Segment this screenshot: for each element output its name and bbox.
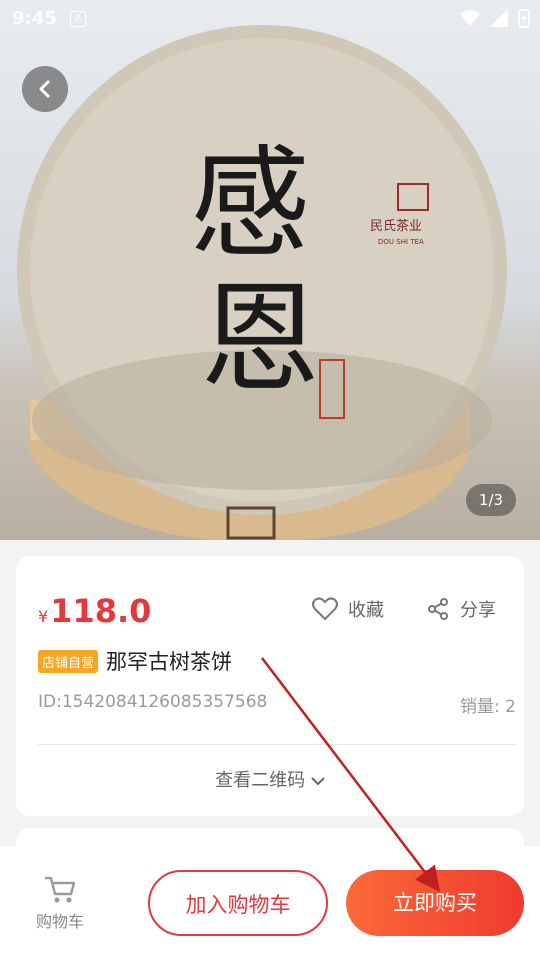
sales-count: 销量: 2 (460, 697, 516, 717)
favorite-label: 收藏 (348, 600, 384, 621)
image-counter: 1/3 (466, 484, 516, 516)
currency-symbol: ¥ (38, 607, 49, 626)
heart-icon (312, 597, 338, 621)
share-button[interactable]: 分享 (426, 596, 496, 622)
favorite-button[interactable]: 收藏 (312, 596, 384, 622)
cake-char-gan: 感 (190, 135, 310, 274)
signal-icon (490, 9, 508, 27)
cart-icon (45, 876, 76, 903)
self-operated-badge: 店铺自营 (38, 649, 99, 673)
chevron-down-icon (311, 777, 325, 786)
buy-now-button[interactable]: 立即购买 (346, 870, 524, 936)
qrcode-label: 查看二维码 (215, 770, 306, 791)
cart-button[interactable]: 购物车 (30, 874, 90, 932)
product-image-carousel[interactable]: 感恩 感 恩 民氏茶业 DOU SHI TEA 9:45 A 1/3 (0, 0, 540, 540)
battery-icon (518, 9, 530, 28)
product-name: 那罕古树茶饼 (106, 650, 233, 674)
share-icon (428, 598, 448, 620)
notification-badge: A (70, 11, 86, 27)
price-value: 118.0 (50, 592, 152, 630)
cake-char-en: 恩 (200, 270, 320, 409)
product-id: ID:1542084126085357568 (38, 692, 268, 712)
view-qrcode-button[interactable]: 查看二维码 (16, 766, 524, 792)
cake-brand: 民氏茶业 (370, 218, 422, 234)
chevron-left-icon (39, 80, 50, 98)
product-info-card: ¥118.0 收藏 分享 店铺自营 那罕古树茶饼 ID:154208412608… (16, 556, 524, 816)
tea-cake-photo: 感恩 感 恩 民氏茶业 DOU SHI TEA (17, 25, 507, 540)
add-to-cart-button[interactable]: 加入购物车 (148, 870, 328, 936)
bottom-action-bar: 购物车 加入购物车 立即购买 (0, 846, 540, 960)
back-button[interactable] (22, 66, 68, 112)
cake-brand-en: DOU SHI TEA (378, 238, 424, 246)
product-title-row: 店铺自营 那罕古树茶饼 (38, 646, 232, 676)
wifi-icon (460, 10, 480, 26)
price: ¥118.0 (38, 592, 151, 630)
cart-label: 购物车 (35, 912, 84, 931)
share-label: 分享 (460, 600, 496, 621)
divider (38, 744, 516, 745)
status-time: 9:45 (12, 8, 57, 29)
status-bar: 9:45 A (0, 0, 540, 36)
